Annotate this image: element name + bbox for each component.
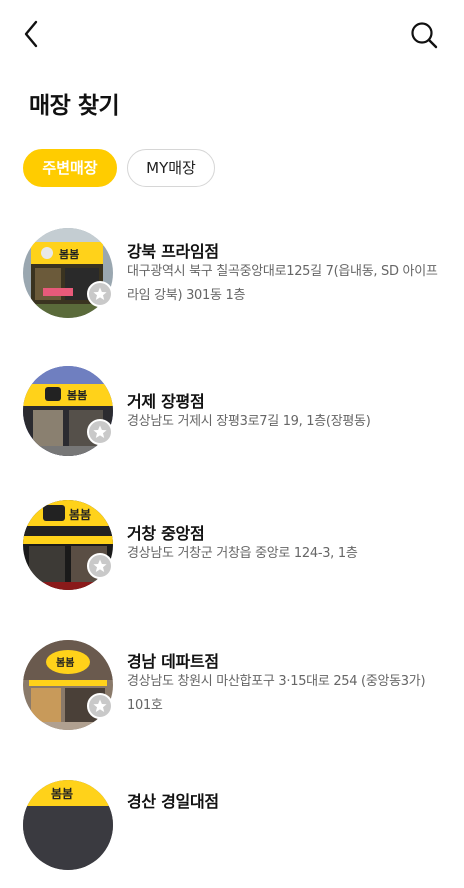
store-photo: 봄봄	[23, 228, 113, 318]
search-icon	[411, 22, 438, 49]
store-item[interactable]: 봄봄 경산 경일대점	[0, 778, 464, 888]
store-item[interactable]: 봄봄 경남 데파트점 경상남도 창원시 마산합포구 3·15대로 254 (중앙…	[0, 638, 464, 748]
store-address: 경상남도 창원시 마산합포구 3·15대로 254 (중앙동3가) 101호	[127, 674, 426, 713]
sign-text: 봄봄	[67, 388, 87, 402]
store-address: 경상남도 거제시 장평3로7길 19, 1층(장평동)	[127, 414, 371, 429]
chevron-left-icon	[24, 20, 38, 48]
star-icon	[93, 559, 107, 572]
store-name: 경남 데파트점	[127, 652, 219, 671]
favorite-button[interactable]	[87, 553, 113, 579]
star-icon	[93, 699, 107, 712]
tab-my-stores[interactable]: MY매장	[127, 149, 215, 187]
store-photo: 봄봄	[23, 780, 113, 870]
store-name: 경산 경일대점	[127, 792, 219, 811]
star-icon	[93, 425, 107, 438]
store-address: 경상남도 거창군 거창읍 중앙로 124-3, 1층	[127, 546, 358, 561]
store-item[interactable]: 봄봄 강북 프라임점 대구광역시 북구 칠곡중앙대로125길 7(읍내동, SD…	[0, 226, 464, 336]
page-title: 매장 찾기	[29, 93, 120, 119]
sign-text: 봄봄	[69, 508, 91, 522]
favorite-button[interactable]	[87, 419, 113, 445]
top-bar	[0, 0, 464, 70]
sign-text: 봄봄	[59, 247, 79, 261]
store-address: 대구광역시 북구 칠곡중앙대로125길 7(읍내동, SD 아이프라임 강북) …	[127, 264, 438, 303]
store-item[interactable]: 봄봄 거제 장평점 경상남도 거제시 장평3로7길 19, 1층(장평동)	[0, 364, 464, 474]
favorite-button[interactable]	[87, 281, 113, 307]
favorite-button[interactable]	[87, 693, 113, 719]
store-photo: 봄봄	[23, 640, 113, 730]
store-name: 거창 중앙점	[127, 524, 205, 543]
search-button[interactable]	[406, 18, 442, 50]
back-button[interactable]	[16, 18, 48, 50]
store-item[interactable]: 봄봄 거창 중앙점 경상남도 거창군 거창읍 중앙로 124-3, 1층	[0, 500, 464, 610]
store-photo: 봄봄	[23, 366, 113, 456]
tab-nearby-stores[interactable]: 주변매장	[23, 149, 117, 187]
store-name: 강북 프라임점	[127, 242, 219, 261]
store-photo: 봄봄	[23, 500, 113, 590]
storefront-image: 봄봄	[23, 780, 113, 870]
store-name: 거제 장평점	[127, 392, 205, 411]
star-icon	[93, 287, 107, 300]
sign-text: 봄봄	[51, 787, 73, 801]
sign-text: 봄봄	[56, 657, 74, 669]
